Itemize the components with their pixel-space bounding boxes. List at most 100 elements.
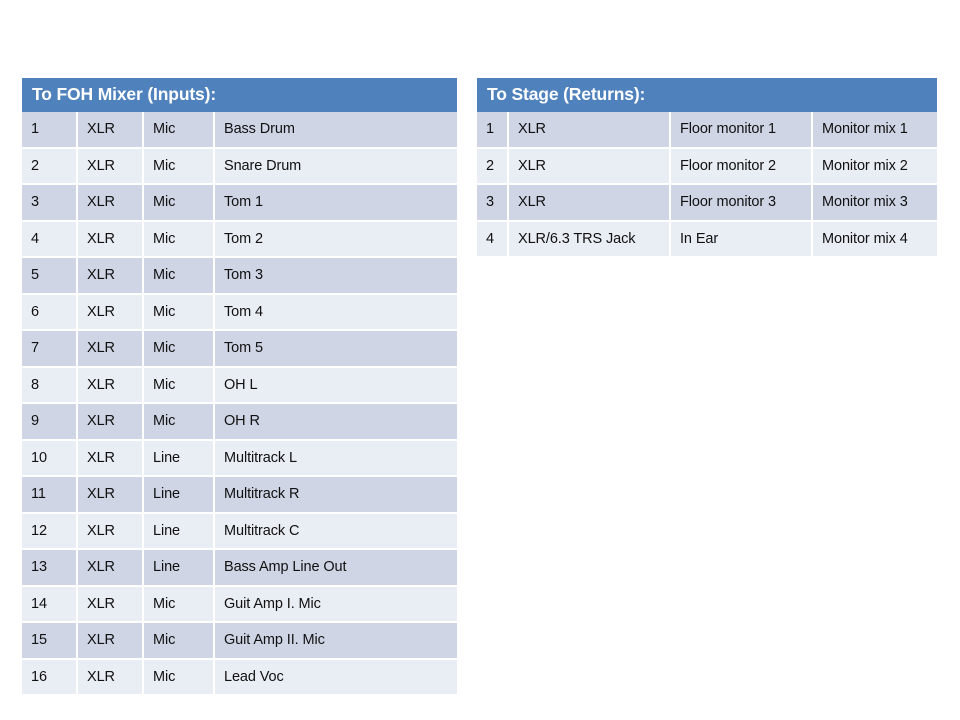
- foh-source-cell: Tom 4: [213, 293, 457, 331]
- table-row: 13 XLR Line Bass Amp Line Out: [22, 549, 457, 587]
- foh-source-cell: Tom 2: [213, 220, 457, 258]
- foh-type-cell: Mic: [142, 184, 214, 222]
- stage-connector-cell: XLR: [507, 147, 670, 185]
- foh-connector-cell: XLR: [76, 147, 143, 185]
- foh-num-cell: 4: [22, 220, 77, 258]
- table-row: 4 XLR Mic Tom 2: [22, 220, 457, 258]
- table-row: 1 XLR Mic Bass Drum: [22, 112, 457, 149]
- foh-table-header: To FOH Mixer (Inputs):: [22, 78, 457, 112]
- table-row: 7 XLR Mic Tom 5: [22, 330, 457, 368]
- foh-type-cell: Mic: [142, 366, 214, 404]
- foh-type-cell: Mic: [142, 112, 214, 149]
- foh-connector-cell: XLR: [76, 549, 143, 587]
- foh-type-cell: Mic: [142, 330, 214, 368]
- table-row: 16 XLR Mic Lead Voc: [22, 658, 457, 694]
- foh-connector-cell: XLR: [76, 439, 143, 477]
- foh-connector-cell: XLR: [76, 220, 143, 258]
- table-row: 12 XLR Line Multitrack C: [22, 512, 457, 550]
- foh-type-cell: Mic: [142, 658, 214, 694]
- foh-source-cell: Bass Drum: [213, 112, 457, 149]
- stage-num-cell: 3: [477, 184, 508, 222]
- stage-connector-cell: XLR/6.3 TRS Jack: [507, 220, 670, 256]
- table-row: 10 XLR Line Multitrack L: [22, 439, 457, 477]
- foh-connector-cell: XLR: [76, 184, 143, 222]
- foh-num-cell: 6: [22, 293, 77, 331]
- table-row: 9 XLR Mic OH R: [22, 403, 457, 441]
- foh-connector-cell: XLR: [76, 330, 143, 368]
- stage-num-cell: 1: [477, 112, 508, 149]
- table-row: 4 XLR/6.3 TRS Jack In Ear Monitor mix 4: [477, 220, 938, 256]
- foh-table-title: To FOH Mixer (Inputs):: [22, 78, 457, 112]
- foh-num-cell: 13: [22, 549, 77, 587]
- table-row: 6 XLR Mic Tom 4: [22, 293, 457, 331]
- stage-destination-cell: In Ear: [669, 220, 812, 256]
- foh-source-cell: Multitrack L: [213, 439, 457, 477]
- foh-type-cell: Line: [142, 512, 214, 550]
- foh-num-cell: 8: [22, 366, 77, 404]
- stage-destination-cell: Floor monitor 2: [669, 147, 812, 185]
- foh-source-cell: OH R: [213, 403, 457, 441]
- stage-num-cell: 4: [477, 220, 508, 256]
- foh-mixer-input-table: To FOH Mixer (Inputs): 1 XLR Mic Bass Drum 2…: [22, 78, 457, 694]
- foh-num-cell: 14: [22, 585, 77, 623]
- table-row: 8 XLR Mic OH L: [22, 366, 457, 404]
- foh-connector-cell: XLR: [76, 257, 143, 295]
- foh-source-cell: Bass Amp Line Out: [213, 549, 457, 587]
- stage-mix-cell: Monitor mix 2: [810, 147, 938, 185]
- stage-table-header: To Stage (Returns):: [477, 78, 938, 112]
- foh-type-cell: Mic: [142, 403, 214, 441]
- foh-source-cell: Tom 1: [213, 184, 457, 222]
- stage-connector-cell: XLR: [507, 112, 670, 149]
- slide-canvas: To FOH Mixer (Inputs): 1 XLR Mic Bass Drum 2…: [0, 0, 960, 720]
- foh-type-cell: Mic: [142, 147, 214, 185]
- foh-num-cell: 11: [22, 476, 77, 514]
- stage-num-cell: 2: [477, 147, 508, 185]
- stage-connector-cell: XLR: [507, 184, 670, 222]
- stage-table-body: 1 XLR Floor monitor 1 Monitor mix 1 2 XLR Floo…: [477, 112, 938, 256]
- foh-num-cell: 5: [22, 257, 77, 295]
- foh-source-cell: Multitrack R: [213, 476, 457, 514]
- foh-connector-cell: XLR: [76, 293, 143, 331]
- table-row: 5 XLR Mic Tom 3: [22, 257, 457, 295]
- foh-type-cell: Line: [142, 439, 214, 477]
- foh-source-cell: Multitrack C: [213, 512, 457, 550]
- foh-connector-cell: XLR: [76, 366, 143, 404]
- stage-mix-cell: Monitor mix 3: [810, 184, 938, 222]
- table-row: 2 XLR Floor monitor 2 Monitor mix 2: [477, 147, 938, 185]
- foh-connector-cell: XLR: [76, 512, 143, 550]
- foh-source-cell: Tom 5: [213, 330, 457, 368]
- stage-destination-cell: Floor monitor 1: [669, 112, 812, 149]
- foh-type-cell: Line: [142, 476, 214, 514]
- foh-num-cell: 7: [22, 330, 77, 368]
- foh-type-cell: Line: [142, 549, 214, 587]
- foh-source-cell: Lead Voc: [213, 658, 457, 694]
- stage-returns-table: To Stage (Returns): 1 XLR Floor monitor 1M…: [477, 78, 938, 256]
- foh-type-cell: Mic: [142, 257, 214, 295]
- stage-destination-cell: Floor monitor 3: [669, 184, 812, 222]
- foh-table-body: 1 XLR Mic Bass Drum 2 XLR Mic Snare Drum 3 XLR Mic…: [22, 112, 457, 694]
- foh-num-cell: 1: [22, 112, 77, 149]
- foh-num-cell: 15: [22, 622, 77, 660]
- table-row: 1 XLR Floor monitor 1 Monitor mix 1: [477, 112, 938, 149]
- table-row: 2 XLR Mic Snare Drum: [22, 147, 457, 185]
- foh-type-cell: Mic: [142, 585, 214, 623]
- foh-num-cell: 9: [22, 403, 77, 441]
- stage-mix-cell: Monitor mix 1: [810, 112, 938, 149]
- foh-num-cell: 10: [22, 439, 77, 477]
- foh-num-cell: 3: [22, 184, 77, 222]
- foh-num-cell: 12: [22, 512, 77, 550]
- foh-source-cell: Tom 3: [213, 257, 457, 295]
- foh-connector-cell: XLR: [76, 476, 143, 514]
- foh-connector-cell: XLR: [76, 112, 143, 149]
- table-row: 3 XLR Mic Tom 1: [22, 184, 457, 222]
- foh-connector-cell: XLR: [76, 403, 143, 441]
- table-row: 15 XLR Mic Guit Amp II. Mic: [22, 622, 457, 660]
- foh-connector-cell: XLR: [76, 658, 143, 694]
- foh-connector-cell: XLR: [76, 622, 143, 660]
- foh-source-cell: OH L: [213, 366, 457, 404]
- table-row: 14 XLR Mic Guit Amp I. Mic: [22, 585, 457, 623]
- foh-source-cell: Guit Amp I. Mic: [213, 585, 457, 623]
- foh-connector-cell: XLR: [76, 585, 143, 623]
- foh-num-cell: 2: [22, 147, 77, 185]
- stage-mix-cell: Monitor mix 4: [810, 220, 938, 256]
